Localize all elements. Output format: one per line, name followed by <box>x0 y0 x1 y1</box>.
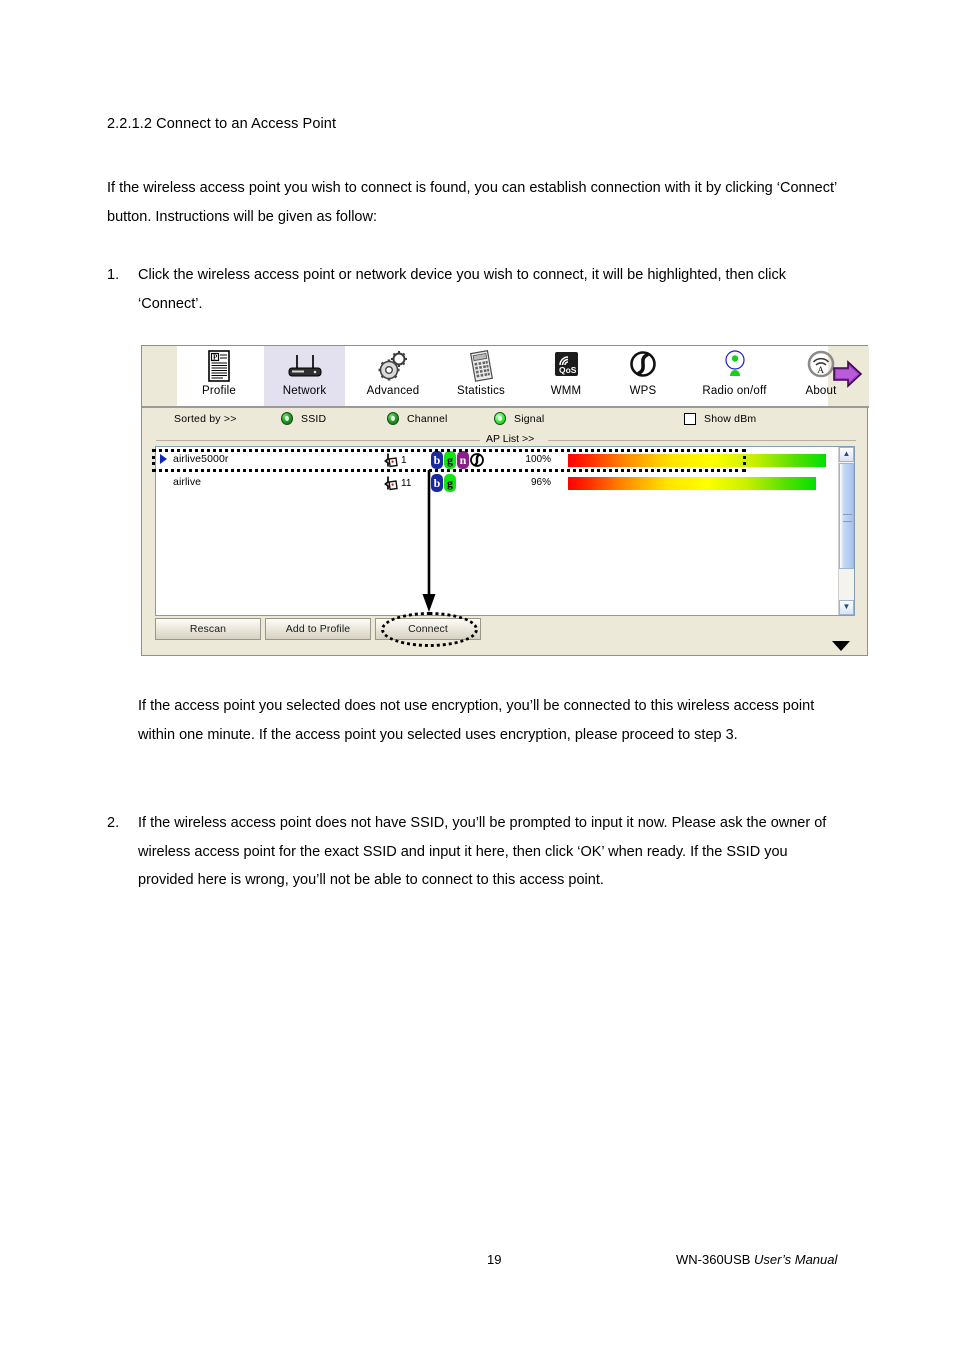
sorted-by-label: Sorted by >> <box>174 413 237 425</box>
ap-list-label: AP List >> <box>486 433 535 445</box>
radio-sort-signal-label: Signal <box>514 413 545 425</box>
ap-list-divider: AP List >> <box>156 433 856 445</box>
ap-rows: airlive5000r 1 bgn 100% airlive 11 b g 9… <box>156 447 838 615</box>
manual-label: User’s Manual <box>754 1252 838 1267</box>
tab-radio-label: Radio on/off <box>702 385 767 397</box>
tab-profile-label: Profile <box>202 385 236 397</box>
row-signal-bar <box>568 477 816 490</box>
row-ssid: airlive <box>173 476 202 488</box>
annotation-selected-row-highlight <box>152 449 746 472</box>
calculator-icon <box>438 349 524 385</box>
svg-text:A: A <box>817 366 824 376</box>
badge-g: g <box>444 474 456 492</box>
tab-radio-on-off[interactable]: Radio on/off <box>682 346 787 406</box>
intro-paragraph: If the wireless access point you wish to… <box>107 180 837 225</box>
wireless-utility-window: P Profile Network Advanced Statistics Qo… <box>141 345 869 656</box>
annotation-arrow <box>420 470 438 615</box>
checkbox-show-dbm[interactable] <box>684 413 696 425</box>
right-arrow-icon[interactable] <box>832 359 864 389</box>
chevron-up-icon[interactable]: ▲ <box>839 447 854 462</box>
page-number: 19 <box>487 1252 502 1267</box>
channel-icon <box>384 475 398 491</box>
divider-line-left <box>156 440 480 441</box>
profile-icon: P <box>183 349 255 385</box>
antenna-icon <box>682 349 787 385</box>
svg-text:QoS: QoS <box>559 365 577 375</box>
radio-sort-ssid-label: SSID <box>301 413 327 425</box>
section-heading: 2.2.1.2 Connect to an Access Point <box>107 116 337 132</box>
gears-icon <box>350 349 436 385</box>
radio-sort-ssid[interactable] <box>281 412 293 425</box>
tab-wps-label: WPS <box>629 385 657 397</box>
tab-network[interactable]: Network <box>264 346 345 406</box>
radio-ssid-dot <box>285 416 289 421</box>
radio-signal-dot <box>498 416 502 421</box>
add-to-profile-button[interactable]: Add to Profile <box>265 618 371 640</box>
note-paragraph: If the access point you selected does no… <box>138 698 815 743</box>
radio-channel-dot <box>391 416 395 421</box>
triangle-down-icon[interactable] <box>832 641 850 651</box>
scrollbar-thumb[interactable] <box>839 463 854 569</box>
document-page: 2.2.1.2 Connect to an Access Point If th… <box>0 0 954 1350</box>
tab-profile[interactable]: P Profile <box>183 346 255 406</box>
tab-network-label: Network <box>282 385 327 397</box>
step-2-text: If the wireless access point does not ha… <box>138 815 827 888</box>
scrollbar-grip <box>843 514 852 522</box>
annotation-connect-highlight <box>381 612 478 647</box>
router-icon <box>264 349 345 385</box>
table-row[interactable]: airlive 11 bg 96% <box>156 472 838 495</box>
svg-text:P: P <box>213 354 218 362</box>
step-1-number: 1. <box>107 267 120 283</box>
qos-icon: QoS <box>527 349 605 385</box>
wps-icon <box>608 349 678 385</box>
manual-title: WN-360USB User’s Manual <box>676 1252 837 1267</box>
radio-sort-channel[interactable] <box>387 412 399 425</box>
step-1-text: Click the wireless access point or netwo… <box>138 267 786 312</box>
chevron-down-icon[interactable]: ▼ <box>839 600 854 615</box>
row-channel: 11 <box>401 478 412 489</box>
tab-wmm[interactable]: QoS WMM <box>527 346 605 406</box>
tab-wps[interactable]: WPS <box>608 346 678 406</box>
tab-advanced[interactable]: Advanced <box>350 346 436 406</box>
tab-statistics[interactable]: Statistics <box>438 346 524 406</box>
row-signal-pct: 96% <box>530 477 551 488</box>
tab-advanced-label: Advanced <box>366 385 420 397</box>
rescan-button[interactable]: Rescan <box>155 618 261 640</box>
step-1: 1. Click the wireless access point or ne… <box>107 261 847 318</box>
step-2: 2. If the wireless access point does not… <box>107 809 847 895</box>
step-2-number: 2. <box>107 815 120 831</box>
divider-line-right <box>548 440 856 441</box>
sort-bar: Sorted by >> SSID Channel Signal Show dB… <box>142 408 869 432</box>
utility-toolbar: P Profile Network Advanced Statistics Qo… <box>142 346 869 406</box>
radio-sort-signal[interactable] <box>494 412 506 425</box>
radio-sort-channel-label: Channel <box>407 413 448 425</box>
manual-product: WN-360USB <box>676 1252 751 1267</box>
checkbox-show-dbm-label: Show dBm <box>704 413 757 425</box>
tab-statistics-label: Statistics <box>456 385 505 397</box>
tab-wmm-label: WMM <box>550 385 582 397</box>
ap-list-scrollbar[interactable]: ▲ ▼ <box>838 447 854 615</box>
